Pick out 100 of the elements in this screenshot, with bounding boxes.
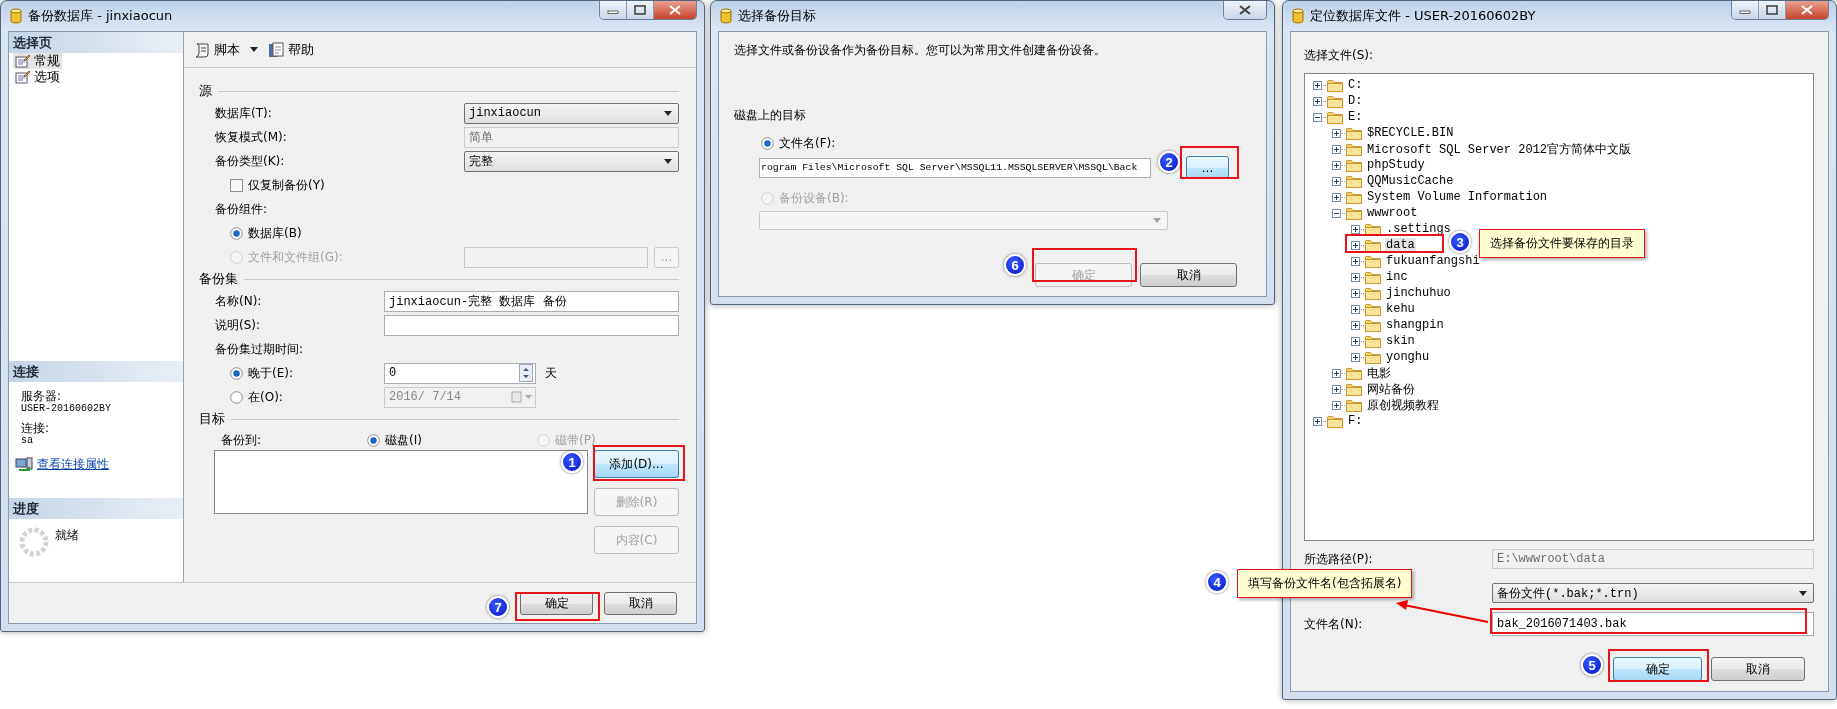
folder-icon — [1327, 110, 1343, 124]
scroll-icon — [194, 41, 210, 58]
close-button[interactable] — [653, 1, 696, 19]
expand-icon[interactable] — [1332, 368, 1341, 378]
progress-status: 就绪 — [55, 527, 79, 544]
expand-icon[interactable] — [1332, 176, 1341, 186]
expand-icon[interactable] — [1351, 256, 1360, 266]
caret-icon — [664, 110, 672, 116]
radio-button[interactable] — [230, 366, 243, 380]
tree-item[interactable]: D: — [1347, 94, 1364, 108]
expand-icon[interactable] — [1332, 400, 1341, 410]
folder-icon — [1346, 142, 1362, 156]
expand-icon[interactable] — [1351, 288, 1360, 298]
server-name: USER-20160602BY — [21, 403, 112, 415]
expand-icon[interactable] — [1332, 160, 1341, 170]
tree-item[interactable]: F: — [1347, 414, 1364, 428]
login-name: sa — [21, 435, 34, 447]
maximize-button[interactable] — [626, 1, 653, 19]
text-field[interactable]: jinxiaocun-完整 数据库 备份 — [384, 290, 679, 312]
close-icon — [669, 5, 681, 15]
script-button[interactable]: 脚本 — [194, 40, 258, 59]
sidebar-item[interactable]: 选项 — [13, 69, 62, 85]
minimize-button[interactable] — [600, 1, 626, 19]
expand-icon[interactable] — [1332, 192, 1341, 202]
file-type-dropdown[interactable]: 备份文件(*.bak;*.trn) — [1492, 583, 1814, 603]
cancel-button[interactable]: 取消 — [604, 591, 677, 615]
folder-icon — [1346, 398, 1362, 412]
ok-button[interactable]: 确定 — [520, 591, 593, 615]
expand-icon[interactable] — [1351, 224, 1360, 234]
expand-icon[interactable] — [1313, 416, 1322, 426]
expand-icon[interactable] — [1351, 240, 1360, 250]
sidebar-item[interactable]: 常规 — [13, 53, 62, 69]
tree-item[interactable]: Microsoft SQL Server 2012官方简体中文版 — [1366, 140, 1633, 158]
folder-icon — [1346, 382, 1362, 396]
tree-item[interactable]: 电影 — [1366, 364, 1392, 382]
file-name-field[interactable]: bak_2016071403.bak — [1492, 612, 1814, 636]
help-button[interactable]: 帮助 — [268, 40, 314, 59]
expand-icon[interactable] — [1332, 128, 1341, 138]
dropdown[interactable]: 完整 — [464, 150, 679, 172]
tree-item[interactable]: 原创视频教程 — [1366, 396, 1440, 414]
folder-icon — [1346, 366, 1362, 380]
tree-item[interactable]: jinchuhuo — [1385, 286, 1452, 300]
tree-item[interactable]: System Volume Information — [1366, 190, 1549, 204]
tree-item[interactable]: yonghu — [1385, 350, 1431, 364]
add-button[interactable]: 添加(D)... — [593, 450, 679, 478]
tree-item[interactable]: QQMusicCache — [1366, 174, 1455, 188]
close-icon — [1801, 5, 1813, 15]
close-button[interactable] — [1224, 1, 1266, 19]
radio-button[interactable] — [367, 433, 380, 447]
destination-list[interactable] — [214, 450, 588, 514]
expand-icon[interactable] — [1332, 384, 1341, 394]
tree-item[interactable]: inc — [1385, 270, 1409, 284]
cancel-button[interactable]: 取消 — [1711, 657, 1805, 681]
tree-item[interactable]: E: — [1347, 110, 1364, 124]
ok-button[interactable]: 确定 — [1613, 657, 1702, 681]
file-path-field[interactable]: rogram Files\Microsoft SQL Server\MSSQL11.MSSQLSERVER\MSSQL\Back — [759, 157, 1151, 178]
unit-label: 天 — [545, 364, 557, 382]
cancel-button[interactable]: 取消 — [1140, 263, 1237, 287]
tree-item[interactable]: fukuanfangshi — [1385, 254, 1481, 268]
tree-item[interactable]: $RECYCLE.BIN — [1366, 126, 1455, 140]
radio-button[interactable] — [761, 137, 774, 150]
field-label: 备份集过期时间: — [215, 340, 305, 358]
tree-item[interactable]: phpStudy — [1366, 158, 1426, 172]
collapse-icon[interactable] — [1332, 208, 1341, 218]
group-heading: 目标 — [199, 410, 225, 428]
tree-item[interactable]: data — [1385, 238, 1416, 252]
connection-properties-link[interactable]: 查看连接属性 — [37, 456, 109, 473]
section-header: 进度 — [9, 498, 183, 519]
expand-icon[interactable] — [1351, 352, 1360, 362]
group-heading: 源 — [199, 82, 212, 100]
minimize-button[interactable] — [1732, 1, 1758, 19]
window-title: 备份数据库 - jinxiaocun — [28, 7, 174, 25]
number-field[interactable]: 0 — [384, 362, 536, 384]
checkbox[interactable] — [230, 178, 243, 192]
text-field[interactable] — [384, 314, 679, 336]
tree-item[interactable]: C: — [1347, 78, 1364, 92]
expand-icon[interactable] — [1351, 304, 1360, 314]
expand-icon[interactable] — [1332, 144, 1341, 154]
database-icon — [1292, 8, 1304, 24]
expand-icon[interactable] — [1351, 272, 1360, 282]
expand-icon[interactable] — [1351, 336, 1360, 346]
expand-icon[interactable] — [1313, 96, 1322, 106]
folder-icon — [1365, 238, 1381, 252]
radio-button[interactable] — [230, 226, 243, 240]
tree-item[interactable]: skin — [1385, 334, 1416, 348]
close-button[interactable] — [1785, 1, 1828, 19]
folder-icon — [1365, 318, 1381, 332]
radio-button[interactable] — [230, 390, 243, 404]
browse-button[interactable]: ... — [1186, 156, 1229, 179]
maximize-button[interactable] — [1758, 1, 1785, 19]
dropdown[interactable]: jinxiaocun — [464, 102, 679, 124]
maximize-icon — [634, 5, 646, 15]
expand-icon[interactable] — [1351, 320, 1360, 330]
tree-item[interactable]: .settings — [1385, 222, 1452, 236]
tree-item[interactable]: 网站备份 — [1366, 380, 1416, 398]
tree-item[interactable]: kehu — [1385, 302, 1416, 316]
tree-item[interactable]: shangpin — [1385, 318, 1445, 332]
collapse-icon[interactable] — [1313, 112, 1322, 122]
tree-item[interactable]: wwwroot — [1366, 206, 1419, 220]
expand-icon[interactable] — [1313, 80, 1322, 90]
